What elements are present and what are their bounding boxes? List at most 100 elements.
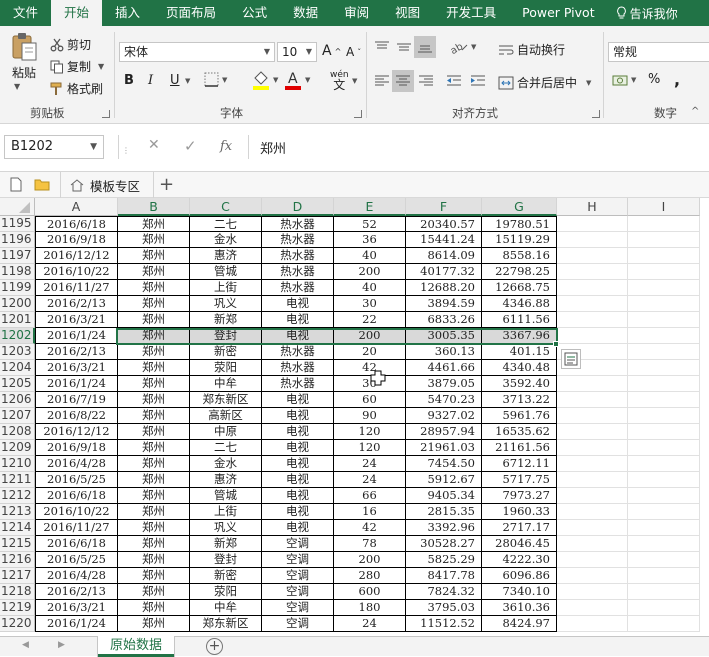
row-header[interactable]: 1207 [0,408,35,424]
cell-b[interactable]: 郑州 [118,456,190,472]
cell-empty[interactable] [557,520,628,536]
cell-e[interactable]: 52 [334,216,406,232]
cell-empty[interactable] [557,536,628,552]
cell-b[interactable]: 郑州 [118,264,190,280]
formula-input[interactable]: 郑州 [260,138,286,157]
row-header[interactable]: 1203 [0,344,35,360]
comma-style-button[interactable]: , [674,70,680,89]
cell-g[interactable]: 8558.16 [482,248,557,264]
cell-a[interactable]: 2016/5/25 [35,472,118,488]
cell-a[interactable]: 2016/8/22 [35,408,118,424]
row-header[interactable]: 1201 [0,312,35,328]
cell-g[interactable]: 6111.56 [482,312,557,328]
cell-empty[interactable] [628,472,700,488]
copy-button[interactable]: 复制 ▼ [50,58,104,75]
row-header[interactable]: 1220 [0,616,35,632]
row-header[interactable]: 1204 [0,360,35,376]
cell-d[interactable]: 热水器 [262,360,334,376]
cell-f[interactable]: 20340.57 [406,216,482,232]
cell-b[interactable]: 郑州 [118,424,190,440]
row-header[interactable]: 1216 [0,552,35,568]
cell-f[interactable]: 15441.24 [406,232,482,248]
cell-e[interactable]: 78 [334,536,406,552]
cell-c[interactable]: 中原 [190,424,262,440]
row-header[interactable]: 1210 [0,456,35,472]
cell-empty[interactable] [557,248,628,264]
cell-d[interactable]: 电视 [262,312,334,328]
cell-b[interactable]: 郑州 [118,376,190,392]
cell-a[interactable]: 2016/4/28 [35,456,118,472]
cell-g[interactable]: 15119.29 [482,232,557,248]
cell-a[interactable]: 2016/6/18 [35,216,118,232]
row-header[interactable]: 1198 [0,264,35,280]
cell-g[interactable]: 6096.86 [482,568,557,584]
cell-e[interactable]: 66 [334,488,406,504]
cell-g[interactable]: 7340.10 [482,584,557,600]
row-header[interactable]: 1215 [0,536,35,552]
cell-g[interactable]: 16535.62 [482,424,557,440]
cell-f[interactable]: 11512.52 [406,616,482,632]
cell-g[interactable]: 12668.75 [482,280,557,296]
ribbon-tab-1[interactable]: 开始 [51,0,103,27]
cell-d[interactable]: 电视 [262,488,334,504]
increase-font-size-icon[interactable]: A ^ [322,43,341,59]
cell-a[interactable]: 2016/2/13 [35,344,118,360]
cell-d[interactable]: 热水器 [262,216,334,232]
cell-d[interactable]: 电视 [262,424,334,440]
cell-empty[interactable] [628,216,700,232]
alignment-launcher-icon[interactable] [592,110,600,118]
cell-g[interactable]: 401.15 [482,344,557,360]
cell-empty[interactable] [557,616,628,632]
ribbon-tab-0[interactable]: 文件 [0,0,51,26]
cell-a[interactable]: 2016/7/19 [35,392,118,408]
cell-b[interactable]: 郑州 [118,488,190,504]
cell-e[interactable]: 40 [334,280,406,296]
tell-me-search[interactable]: 告诉我你 [608,5,678,22]
cell-a[interactable]: 2016/3/21 [35,312,118,328]
scroll-right-icon[interactable]: ▶ [58,640,65,650]
cell-c[interactable]: 高新区 [190,408,262,424]
cell-e[interactable]: 22 [334,312,406,328]
cell-f[interactable]: 360.13 [406,344,482,360]
cell-empty[interactable] [628,536,700,552]
cell-e[interactable]: 24 [334,616,406,632]
cell-e[interactable]: 40 [334,248,406,264]
cell-a[interactable]: 2016/6/18 [35,536,118,552]
currency-format-icon[interactable]: ▼ [612,73,636,87]
column-header-e[interactable]: E [334,198,406,216]
cell-a[interactable]: 2016/2/13 [35,584,118,600]
cell-a[interactable]: 2016/10/22 [35,504,118,520]
orientation-icon[interactable]: ab ▼ [450,40,476,54]
cell-f[interactable]: 21961.03 [406,440,482,456]
copy-dropdown-icon[interactable]: ▼ [98,62,104,71]
cell-b[interactable]: 郑州 [118,344,190,360]
cell-g[interactable]: 3610.36 [482,600,557,616]
row-header[interactable]: 1208 [0,424,35,440]
cell-a[interactable]: 2016/11/27 [35,520,118,536]
cell-empty[interactable] [557,264,628,280]
insert-function-icon[interactable]: fx [220,139,232,154]
cell-c[interactable]: 惠济 [190,472,262,488]
cell-empty[interactable] [557,552,628,568]
cell-b[interactable]: 郑州 [118,520,190,536]
paste-dropdown-icon[interactable]: ▼ [14,82,20,91]
ribbon-tab-5[interactable]: 数据 [280,0,331,26]
cell-e[interactable]: 120 [334,440,406,456]
cell-f[interactable]: 2815.35 [406,504,482,520]
cell-c[interactable]: 惠济 [190,248,262,264]
phonetic-button[interactable]: wén 文 [330,70,349,91]
cell-empty[interactable] [557,488,628,504]
cell-a[interactable]: 2016/12/12 [35,248,118,264]
cell-empty[interactable] [557,280,628,296]
cell-empty[interactable] [628,280,700,296]
cell-b[interactable]: 郑州 [118,600,190,616]
cell-b[interactable]: 郑州 [118,472,190,488]
cell-f[interactable]: 8417.78 [406,568,482,584]
decrease-font-size-icon[interactable]: Aˇ [346,45,361,59]
cell-d[interactable]: 电视 [262,408,334,424]
cell-b[interactable]: 郑州 [118,568,190,584]
cell-c[interactable]: 郑东新区 [190,616,262,632]
cell-a[interactable]: 2016/2/13 [35,296,118,312]
cell-empty[interactable] [557,504,628,520]
ribbon-tab-2[interactable]: 插入 [102,0,153,26]
